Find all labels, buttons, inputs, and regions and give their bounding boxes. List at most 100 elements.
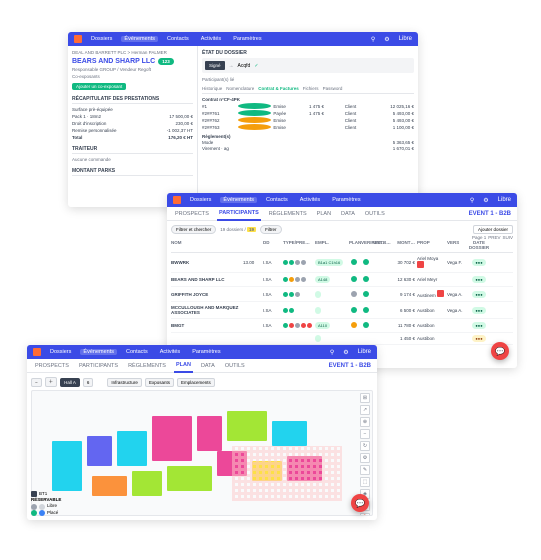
tool-settings-icon[interactable]: ⚙: [360, 453, 370, 463]
gear-icon[interactable]: ⚙: [343, 349, 348, 356]
coexposants-label: Co-exposants: [72, 74, 193, 79]
traiteur-text: Aucune commande: [72, 157, 193, 162]
dossier-main: ÉTAT DU DOSSIER Signé → Acqfd ✓ Particip…: [198, 46, 418, 207]
tab-data[interactable]: DATA: [199, 360, 217, 372]
search-icon[interactable]: ⚲: [330, 349, 334, 356]
zoom-out-button[interactable]: −: [31, 378, 42, 387]
participants-link[interactable]: Participant(s) lié: [202, 77, 414, 82]
filter-button[interactable]: Filtrer et chercher: [171, 225, 216, 234]
etat-current[interactable]: Signé: [205, 61, 225, 70]
chat-fab-icon[interactable]: 💬: [491, 342, 509, 360]
app-logo-icon: [74, 35, 82, 43]
tab-plan[interactable]: PLAN: [315, 208, 333, 220]
breadcrumb[interactable]: DEAL AND BARRETT PLC > Herman PALMER: [72, 50, 193, 55]
layer-exposants[interactable]: Exposants: [145, 378, 174, 387]
prev-button[interactable]: PREV: [488, 235, 500, 240]
nav-activites[interactable]: Activités: [297, 197, 323, 203]
user-label[interactable]: Libre: [498, 197, 511, 203]
etat-next[interactable]: Acqfd: [238, 63, 251, 69]
nav-parametres[interactable]: Paramètres: [329, 197, 363, 203]
contract-row: #2##762EmiseClient5 493,00 €: [202, 117, 414, 123]
table-header: NOM DD TYPE/PRE… EMPL. PLAN VERIFEXTR… U…: [171, 238, 513, 253]
search-icon[interactable]: ⚲: [371, 36, 375, 43]
tab-participants[interactable]: PARTICIPANTS: [77, 360, 120, 372]
tab-nomenclature[interactable]: Nomenclature: [226, 86, 254, 91]
tab-outils[interactable]: OUTILS: [223, 360, 247, 372]
filter-action-button[interactable]: Filtrer: [260, 225, 282, 234]
tab-data[interactable]: DATA: [339, 208, 357, 220]
nav-parametres[interactable]: Paramètres: [230, 36, 264, 42]
dossier-window: Dossiers Événements Contacts Activités P…: [68, 32, 418, 207]
recap-row: Surface prè-équipée: [72, 107, 193, 112]
layer-infra[interactable]: Infrastructure: [107, 378, 142, 387]
tab-reglements[interactable]: RÈGLEMENTS: [267, 208, 309, 220]
user-label[interactable]: Libre: [399, 36, 412, 42]
tool-grid-icon[interactable]: ⊞: [360, 393, 370, 403]
search-icon[interactable]: ⚲: [470, 197, 474, 204]
zoom-in-button[interactable]: ＋: [45, 377, 58, 387]
tool-rect-icon[interactable]: ⬚: [360, 477, 370, 487]
top-nav: Dossiers Événements Contacts Activités P…: [27, 345, 377, 359]
table-row[interactable]: BWWRK 13.00 I.SA B1a1 C1h16 30 702 € Ari…: [171, 253, 513, 273]
nav-dossiers[interactable]: Dossiers: [187, 197, 214, 203]
nav-parametres[interactable]: Paramètres: [189, 349, 223, 355]
tool-pin-icon[interactable]: 📍: [360, 513, 370, 516]
recap-row: Pack 1 · 18m217 500,00 €: [72, 114, 193, 119]
hall-selector[interactable]: Hall A: [60, 378, 80, 387]
tab-prospects[interactable]: PROSPECTS: [33, 360, 71, 372]
add-coexposant-button[interactable]: Ajouter un co-exposant: [72, 83, 126, 90]
nav-dossiers[interactable]: Dossiers: [88, 36, 115, 42]
status-dot-icon: [238, 103, 272, 109]
reglement-header: Règlement(s): [202, 134, 414, 139]
tool-refresh-icon[interactable]: ↻: [360, 441, 370, 451]
tab-password[interactable]: Password: [323, 86, 343, 91]
nav-contacts[interactable]: Contacts: [164, 36, 192, 42]
user-label[interactable]: Libre: [358, 349, 371, 355]
tab-participants[interactable]: PARTICIPANTS: [217, 207, 261, 221]
table-row[interactable]: BMGT I.SA A110 11 780 € Austibon ●●●: [171, 319, 513, 333]
title-badge: 123: [158, 58, 174, 65]
next-button[interactable]: SUIV: [502, 235, 513, 240]
tab-plan[interactable]: PLAN: [174, 359, 193, 373]
table-row[interactable]: 1 450 € Austibon ●●●: [171, 333, 513, 345]
status-dot-icon: [238, 124, 272, 130]
tool-fullscreen-icon[interactable]: ↗: [360, 405, 370, 415]
app-logo-icon: [173, 196, 181, 204]
tab-reglements[interactable]: RÈGLEMENTS: [126, 360, 168, 372]
floor-plan-canvas[interactable]: ⊞ ↗ ⊕ − ↻ ⚙ ✎ ⬚ ◈ ☰ 📍: [31, 390, 373, 516]
nav-dossiers[interactable]: Dossiers: [47, 349, 74, 355]
gear-icon[interactable]: ⚙: [483, 197, 488, 204]
app-logo-icon: [33, 348, 41, 356]
table-row[interactable]: BEARS AND SHARP LLC I.SA A148 12 630 € A…: [171, 273, 513, 287]
chat-fab-icon[interactable]: 💬: [351, 494, 369, 512]
tool-zoomin-icon[interactable]: ⊕: [360, 417, 370, 427]
add-dossier-button[interactable]: Ajouter dossier: [473, 225, 513, 234]
nav-evenements[interactable]: Événements: [121, 36, 158, 42]
nav-evenements[interactable]: Événements: [220, 197, 257, 203]
nav-evenements[interactable]: Événements: [80, 349, 117, 355]
tab-outils[interactable]: OUTILS: [363, 208, 387, 220]
recap-row: Remise personnalisée-1 002,37 HT: [72, 128, 193, 133]
tool-zoomout-icon[interactable]: −: [360, 429, 370, 439]
layer-emplacements[interactable]: Emplacements: [177, 378, 215, 387]
nav-contacts[interactable]: Contacts: [123, 349, 151, 355]
status-dot-icon: [238, 117, 272, 123]
nav-contacts[interactable]: Contacts: [263, 197, 291, 203]
top-nav: Dossiers Événements Contacts Activités P…: [167, 193, 517, 207]
tab-historique[interactable]: Historique: [202, 86, 222, 91]
nav-activites[interactable]: Activités: [157, 349, 183, 355]
table-row[interactable]: MCCULLOUGH AND MARQUEZ ASSOCIATES I.SA 6…: [171, 302, 513, 319]
recap-row-total: Total176,20 € HT: [72, 135, 193, 140]
gear-icon[interactable]: ⚙: [384, 36, 389, 43]
filter-bar: Filtrer et chercher 19 dossiers / 19 Fil…: [171, 225, 513, 234]
tool-edit-icon[interactable]: ✎: [360, 465, 370, 475]
tab-fichiers[interactable]: Fichiers: [303, 86, 319, 91]
event-title: EVENT 1 - B2B: [253, 363, 371, 369]
plan-window: Dossiers Événements Contacts Activités P…: [27, 345, 377, 520]
tab-prospects[interactable]: PROSPECTS: [173, 208, 211, 220]
results-count: 19 dossiers / 19: [220, 227, 256, 232]
table-row[interactable]: GRIFFITH JOYCE I.SA 9 174 € Austinem Veg…: [171, 287, 513, 302]
montant-section-title: MONTANT PARKS: [72, 168, 193, 176]
nav-activites[interactable]: Activités: [198, 36, 224, 42]
tab-contrat[interactable]: Contrat & Factures: [258, 86, 299, 91]
